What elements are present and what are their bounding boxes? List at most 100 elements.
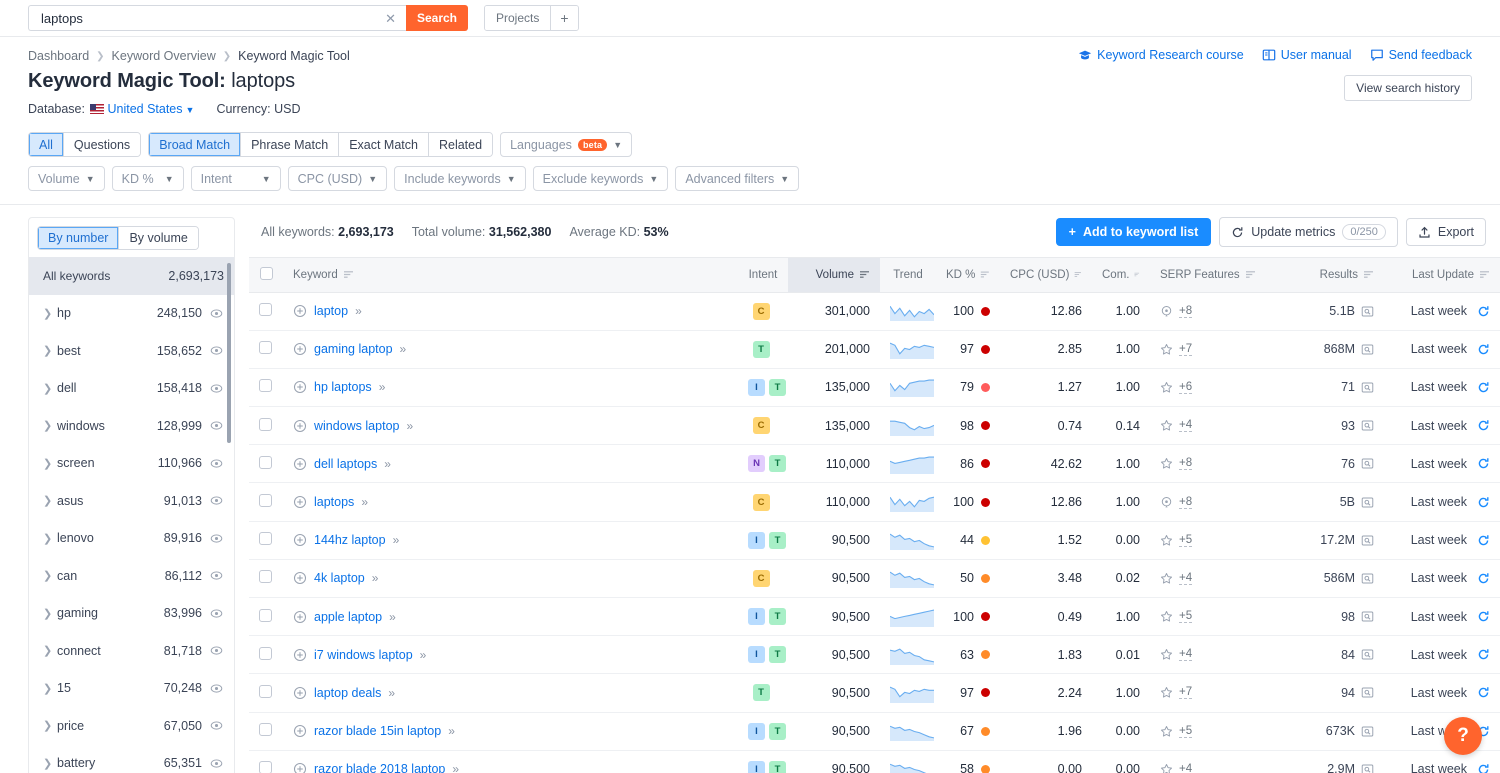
eye-icon-wrap[interactable] — [209, 569, 224, 582]
table-row[interactable]: razor blade 2018 laptop»IT90,500580.000.… — [249, 750, 1500, 773]
chevron-right-icon[interactable]: ❯ — [43, 607, 57, 620]
search-input[interactable] — [39, 10, 381, 27]
eye-icon-wrap[interactable] — [209, 344, 224, 357]
column-kd[interactable]: KD % — [936, 258, 1000, 292]
keyword-expand-icon[interactable]: » — [388, 686, 394, 700]
serp-results-icon[interactable] — [1361, 610, 1374, 623]
chevron-right-icon[interactable]: ❯ — [43, 644, 57, 657]
intent-badge-I[interactable]: I — [748, 532, 765, 549]
intent-badge-C[interactable]: C — [753, 570, 770, 587]
sidebar-item-all-keywords[interactable]: All keywords 2,693,173 — [29, 257, 234, 295]
add-keyword-icon[interactable] — [293, 495, 307, 509]
sidebar-sort-by-number[interactable]: By number — [38, 227, 119, 249]
keyword-expand-icon[interactable]: » — [400, 342, 406, 356]
refresh-icon[interactable] — [1477, 534, 1490, 547]
serp-results-icon[interactable] — [1361, 305, 1374, 318]
eye-icon-wrap[interactable] — [209, 307, 224, 320]
chevron-right-icon[interactable]: ❯ — [43, 382, 57, 395]
keyword-expand-icon[interactable]: » — [355, 304, 361, 318]
add-keyword-icon[interactable] — [293, 533, 307, 547]
sidebar-item-price[interactable]: ❯price67,050 — [29, 707, 234, 745]
table-row[interactable]: hp laptops»IT135,000791.271.00+671Last w… — [249, 368, 1500, 406]
sidebar-item-15[interactable]: ❯1570,248 — [29, 670, 234, 708]
eye-icon-wrap[interactable] — [209, 532, 224, 545]
row-checkbox[interactable] — [259, 494, 272, 507]
serp-features-more[interactable]: +8 — [1179, 305, 1192, 318]
eye-icon-wrap[interactable] — [209, 757, 224, 770]
eye-icon[interactable] — [210, 719, 223, 732]
eye-icon[interactable] — [210, 307, 223, 320]
keyword-link[interactable]: laptop — [314, 304, 348, 318]
filter-tab-exact-match[interactable]: Exact Match — [339, 133, 429, 156]
sidebar-item-can[interactable]: ❯can86,112 — [29, 557, 234, 595]
serp-results-icon[interactable] — [1361, 419, 1374, 432]
intent-badge-C[interactable]: C — [753, 303, 770, 320]
filter-kd[interactable]: KD % ▼ — [112, 166, 184, 191]
keyword-expand-icon[interactable]: » — [372, 571, 378, 585]
keyword-link[interactable]: i7 windows laptop — [314, 648, 413, 662]
column-intent[interactable]: Intent — [738, 258, 788, 292]
row-checkbox[interactable] — [259, 570, 272, 583]
sidebar-item-dell[interactable]: ❯dell158,418 — [29, 370, 234, 408]
keyword-expand-icon[interactable]: » — [361, 495, 367, 509]
intent-badge-I[interactable]: I — [748, 761, 765, 773]
add-keyword-icon[interactable] — [293, 380, 307, 394]
eye-icon[interactable] — [210, 607, 223, 620]
languages-dropdown[interactable]: Languages beta ▼ — [500, 132, 632, 157]
keyword-expand-icon[interactable]: » — [420, 648, 426, 662]
column-volume[interactable]: Volume — [788, 258, 880, 292]
add-project-button[interactable]: + — [551, 6, 577, 30]
sidebar-item-windows[interactable]: ❯windows128,999 — [29, 407, 234, 445]
chevron-right-icon[interactable]: ❯ — [43, 457, 57, 470]
intent-badge-T[interactable]: T — [753, 684, 770, 701]
table-row[interactable]: apple laptop»IT90,5001000.491.00+598Last… — [249, 598, 1500, 636]
intent-badge-C[interactable]: C — [753, 417, 770, 434]
star-icon[interactable] — [1160, 648, 1173, 661]
refresh-icon[interactable] — [1477, 686, 1490, 699]
eye-icon[interactable] — [210, 757, 223, 770]
sidebar-scrollbar[interactable] — [227, 263, 231, 443]
eye-icon[interactable] — [210, 644, 223, 657]
add-keyword-icon[interactable] — [293, 762, 307, 773]
sidebar-item-screen[interactable]: ❯screen110,966 — [29, 445, 234, 483]
keyword-research-course-link[interactable]: Keyword Research course — [1078, 48, 1244, 62]
intent-badge-T[interactable]: T — [769, 723, 786, 740]
serp-features-more[interactable]: +5 — [1179, 534, 1192, 547]
serp-features-more[interactable]: +4 — [1179, 572, 1192, 585]
refresh-icon[interactable] — [1477, 457, 1490, 470]
eye-icon[interactable] — [210, 494, 223, 507]
database-value[interactable]: United States — [107, 102, 182, 116]
row-checkbox[interactable] — [259, 303, 272, 316]
intent-badge-T[interactable]: T — [769, 455, 786, 472]
refresh-icon[interactable] — [1477, 610, 1490, 623]
chevron-right-icon[interactable]: ❯ — [43, 682, 57, 695]
row-checkbox[interactable] — [259, 456, 272, 469]
filter-advanced[interactable]: Advanced filters ▼ — [675, 166, 799, 191]
eye-icon[interactable] — [210, 457, 223, 470]
intent-badge-T[interactable]: T — [769, 646, 786, 663]
keyword-link[interactable]: laptops — [314, 495, 354, 509]
row-checkbox[interactable] — [259, 761, 272, 773]
keyword-link[interactable]: 4k laptop — [314, 571, 365, 585]
filter-cpc[interactable]: CPC (USD) ▼ — [288, 166, 388, 191]
eye-icon[interactable] — [210, 419, 223, 432]
intent-badge-C[interactable]: C — [753, 494, 770, 511]
column-keyword[interactable]: Keyword — [283, 258, 738, 292]
star-icon[interactable] — [1160, 343, 1173, 356]
row-checkbox[interactable] — [259, 532, 272, 545]
intent-badge-T[interactable]: T — [769, 761, 786, 773]
keyword-link[interactable]: 144hz laptop — [314, 533, 386, 547]
breadcrumb-item-keyword-magic-tool[interactable]: Keyword Magic Tool — [238, 49, 350, 63]
table-row[interactable]: gaming laptop»T201,000972.851.00+7868MLa… — [249, 330, 1500, 368]
refresh-icon[interactable] — [1477, 496, 1490, 509]
location-pin-icon[interactable] — [1160, 305, 1173, 318]
location-pin-icon[interactable] — [1160, 496, 1173, 509]
sidebar-sort-by-volume[interactable]: By volume — [119, 227, 197, 249]
sidebar-list[interactable]: All keywords 2,693,173 ❯hp248,150❯best15… — [29, 257, 234, 773]
add-keyword-icon[interactable] — [293, 724, 307, 738]
star-icon[interactable] — [1160, 419, 1173, 432]
chevron-right-icon[interactable]: ❯ — [43, 569, 57, 582]
chevron-right-icon[interactable]: ❯ — [43, 419, 57, 432]
star-icon[interactable] — [1160, 572, 1173, 585]
serp-results-icon[interactable] — [1361, 725, 1374, 738]
